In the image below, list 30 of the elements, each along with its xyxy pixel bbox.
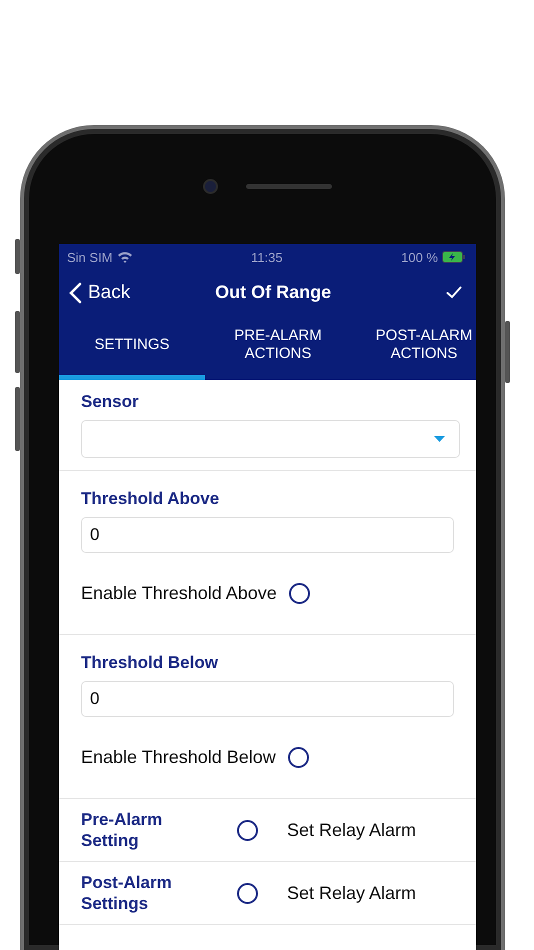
field-label: Threshold Above (81, 489, 220, 509)
camera-icon (203, 179, 218, 194)
carrier-text: Sin SIM (67, 250, 113, 264)
field-label: Sensor (81, 392, 140, 412)
clock-text: 11:35 (251, 250, 283, 264)
radio-button[interactable] (288, 747, 309, 768)
tab[interactable]: POST-ALARM ACTIONS (351, 315, 476, 380)
input-field[interactable]: 0 (81, 681, 454, 717)
speaker-icon (246, 184, 332, 189)
check-icon[interactable] (446, 286, 462, 299)
setting-label: Pre-Alarm Setting (81, 809, 164, 851)
radio-button[interactable] (237, 820, 258, 840)
tab[interactable]: SETTINGS (59, 315, 205, 380)
radio-button[interactable] (288, 583, 310, 604)
toggle-label: Enable Threshold Above (81, 583, 277, 604)
option-label: Set Relay Alarm (287, 882, 418, 904)
battery-percent-text: 100 % (401, 250, 438, 264)
radio-button[interactable] (237, 882, 258, 904)
input-field[interactable]: 0 (81, 517, 454, 553)
field-label: Threshold Below (81, 653, 219, 673)
toggle-label: Enable Threshold Below (81, 747, 276, 768)
option-label: Set Relay Alarm (287, 820, 418, 840)
tab[interactable]: PRE-ALARM ACTIONS (205, 315, 351, 380)
wifi-icon (116, 251, 133, 263)
battery-icon (442, 251, 466, 263)
back-button[interactable]: Back (69, 282, 130, 304)
chevron-left-icon (69, 282, 82, 304)
dropdown-caret-icon (434, 436, 445, 442)
setting-label: Post-Alarm Settings (81, 872, 173, 914)
screen-title: Out Of Range (215, 282, 332, 303)
